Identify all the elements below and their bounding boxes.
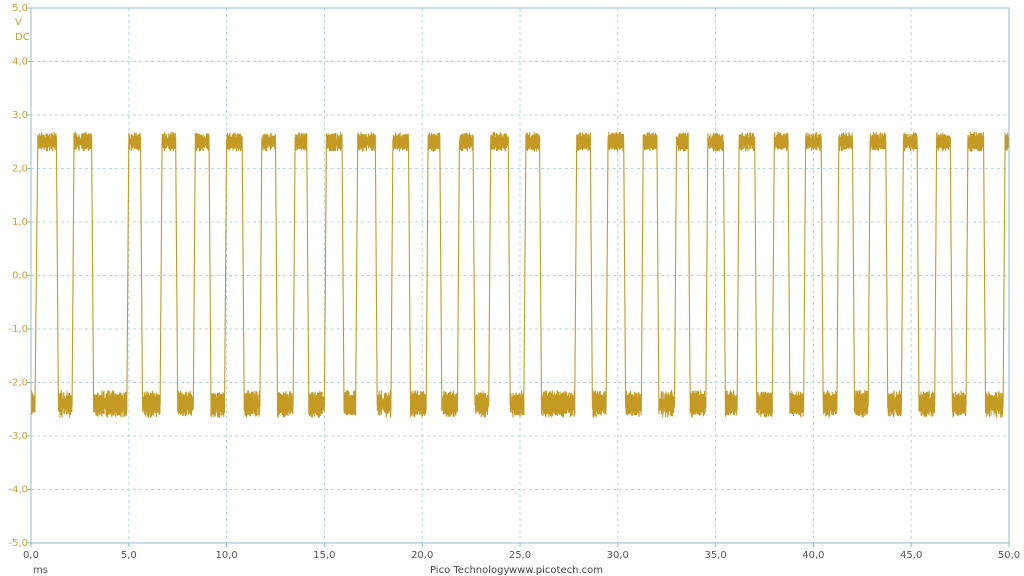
y-tick-label: 5,0 (12, 3, 28, 14)
x-tick-label: 35,0 (704, 550, 726, 561)
x-tick-label: 5,0 (121, 550, 137, 561)
y-tick-label: -5,0 (8, 538, 28, 549)
y-tick-label: 0,0 (12, 271, 28, 282)
x-tick-label: 20,0 (411, 550, 433, 561)
y-tick-label: 1,0 (12, 217, 28, 228)
x-tick-label: 50,0 (998, 550, 1020, 561)
y-tick-label: 3,0 (12, 110, 28, 121)
y-tick-label: 4,0 (12, 57, 28, 68)
y-axis-ticks: 5,0 4,0 3,0 2,0 1,0 0,0 -1,0 -2,0 -3,0 -4,0 -5,0 (8, 3, 31, 549)
y-axis-unit: V (15, 17, 22, 28)
y-tick-label: 2,0 (12, 164, 28, 175)
x-tick-label: 30,0 (607, 550, 629, 561)
x-tick-label: 25,0 (509, 550, 531, 561)
y-axis-coupling: DC (15, 32, 30, 43)
x-tick-label: 45,0 (900, 550, 922, 561)
footer-brand: Pico Technology (430, 565, 509, 576)
footer-url: www.picotech.com (509, 565, 603, 576)
y-tick-label: -2,0 (8, 378, 28, 389)
x-tick-label: 40,0 (802, 550, 824, 561)
y-tick-label: -4,0 (8, 485, 28, 496)
y-tick-label: -1,0 (8, 324, 28, 335)
oscilloscope-chart: 5,0 4,0 3,0 2,0 1,0 0,0 -1,0 -2,0 -3,0 -4,0 -5,0 0… (8, 3, 1020, 576)
y-tick-label: -3,0 (8, 431, 28, 442)
x-axis-unit: ms (33, 565, 48, 576)
x-tick-label: 15,0 (313, 550, 335, 561)
x-tick-label: 10,0 (215, 550, 237, 561)
x-axis-ticks: 0,0 5,0 10,0 15,0 20,0 25,0 30,0 35,0 40,0 45,0 50… (23, 543, 1020, 561)
x-tick-label: 0,0 (23, 550, 39, 561)
